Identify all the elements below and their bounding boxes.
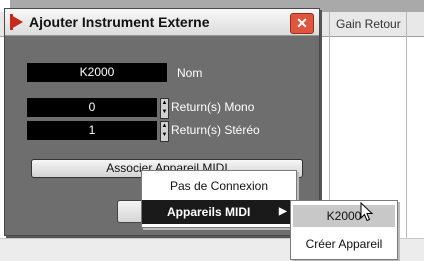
close-button[interactable]: ✕ (290, 13, 314, 34)
submenu-item-k2000[interactable]: K2000 (293, 205, 395, 227)
stereo-returns-field[interactable]: 1 (27, 121, 157, 140)
table-column-divider (406, 12, 407, 261)
stereo-returns-label: Return(s) Stéréo (171, 123, 260, 137)
mono-returns-label: Return(s) Mono (171, 100, 255, 114)
submenu-arrow-icon: ▶ (279, 206, 287, 217)
stereo-spinner[interactable]: ▲ ▼ (160, 121, 169, 142)
dialog-title: Ajouter Instrument Externe (29, 14, 210, 30)
gain-retour-header[interactable]: Gain Retour (336, 17, 401, 31)
midi-devices-submenu: K2000 Créer Appareil (290, 200, 398, 260)
mono-spinner[interactable]: ▲ ▼ (160, 98, 169, 119)
name-field[interactable]: K2000 (27, 63, 167, 82)
menu-item-no-connection[interactable]: Pas de Connexion (142, 174, 296, 198)
steinberg-logo-icon (11, 15, 23, 29)
submenu-item-create-device[interactable]: Créer Appareil (293, 233, 395, 255)
menu-item-midi-devices-label: Appareils MIDI (167, 205, 251, 219)
associate-midi-menu: Pas de Connexion Appareils MIDI ▶ (141, 170, 297, 228)
mouse-pointer-icon (360, 202, 374, 222)
mono-returns-field[interactable]: 0 (27, 98, 157, 117)
name-label: Nom (177, 66, 203, 80)
dialog-titlebar[interactable]: Ajouter Instrument Externe ✕ (5, 9, 319, 36)
menu-item-midi-devices[interactable]: Appareils MIDI ▶ (142, 200, 296, 224)
